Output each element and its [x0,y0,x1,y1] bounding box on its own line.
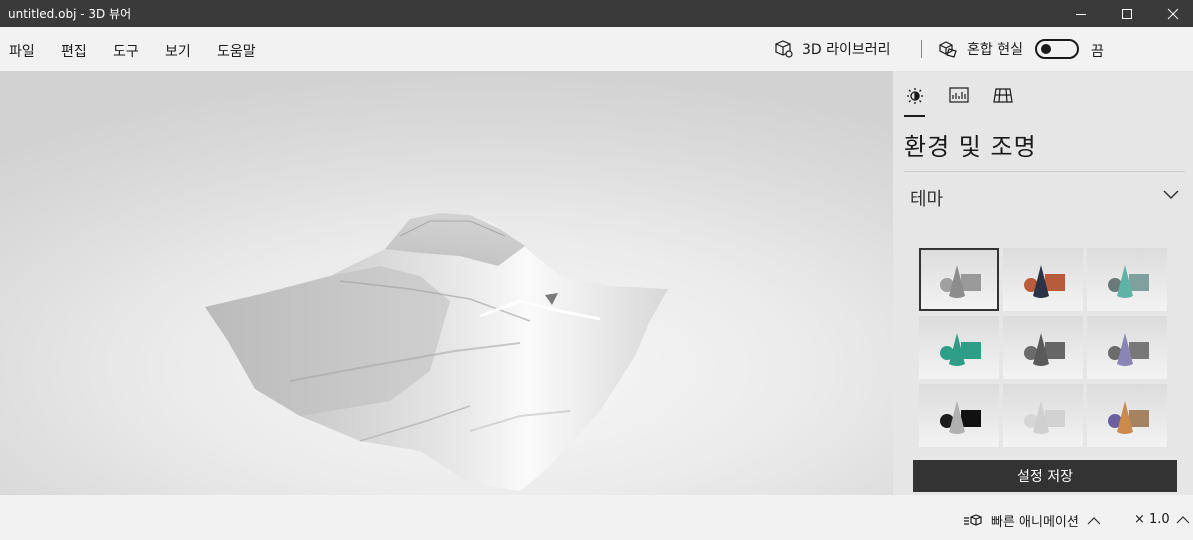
zoom-control[interactable]: × 1.0 [1134,512,1190,527]
theme-thumbnail[interactable] [1003,384,1083,447]
quick-animations-label: 빠른 애니메이션 [991,515,1079,530]
menu-view[interactable]: 보기 [165,41,191,61]
theme-thumbnail[interactable] [919,384,999,447]
mixed-reality-label: 혼합 현실 [967,42,1023,58]
theme-preview-shapes [940,401,981,434]
cube-library-icon [775,40,793,58]
theme-preview-shapes [1024,265,1065,298]
theme-dropdown[interactable]: 테마 [904,172,1185,222]
maximize-button[interactable] [1104,0,1150,27]
theme-thumbnail[interactable] [1087,316,1167,379]
title-bar: untitled.obj - 3D 뷰어 [0,0,1193,27]
theme-thumbnail[interactable] [919,248,999,311]
chevron-up-icon [1087,516,1101,524]
menu-divider [921,40,922,58]
status-bar: 빠른 애니메이션 × 1.0 [0,495,1193,540]
theme-preview-shapes [1024,333,1065,366]
grid-icon[interactable] [992,85,1014,105]
theme-preview-shapes [1024,401,1065,434]
mixed-reality-button[interactable]: 혼합 현실 [937,37,1023,61]
theme-thumbnail[interactable] [919,316,999,379]
chevron-down-icon [1163,190,1179,200]
theme-thumbnail[interactable] [1087,248,1167,311]
window-title: untitled.obj - 3D 뷰어 [8,7,132,21]
save-settings-button[interactable]: 설정 저장 [913,460,1177,492]
theme-thumbnail[interactable] [1087,384,1167,447]
zoom-label: × 1.0 [1134,512,1170,527]
menu-file[interactable]: 파일 [9,41,35,61]
menu-tools[interactable]: 도구 [113,41,139,61]
mixed-reality-toggle[interactable] [1035,39,1079,59]
minimize-icon [1076,13,1086,15]
panel-title: 환경 및 조명 [904,133,1037,161]
theme-label: 테마 [910,189,944,210]
active-tab-indicator [904,115,925,117]
maximize-icon [1122,8,1132,19]
theme-grid [919,248,1167,448]
mixed-reality-icon [939,41,957,58]
theme-preview-shapes [940,333,981,366]
theme-preview-shapes [1108,333,1149,366]
theme-thumbnail[interactable] [1003,248,1083,311]
toggle-state-label: 끔 [1091,44,1104,60]
menu-edit[interactable]: 편집 [61,41,87,61]
close-button[interactable] [1150,0,1193,27]
animation-icon [964,513,982,526]
menu-bar: 파일 편집 도구 보기 도움말 3D 라이브러리 혼합 현실 [0,27,1193,71]
quick-animations-button[interactable]: 빠른 애니메이션 [963,511,1107,530]
theme-preview-shapes [940,265,981,298]
stats-icon[interactable] [948,85,970,105]
menu-help[interactable]: 도움말 [217,41,256,61]
3d-library-button[interactable]: 3D 라이브러리 [772,37,891,61]
environment-panel: 환경 및 조명 테마 설정 저장 [893,71,1193,495]
theme-preview-shapes [1108,265,1149,298]
chevron-up-icon [1176,515,1190,523]
minimize-button[interactable] [1058,0,1104,27]
theme-preview-shapes [1108,401,1149,434]
3d-viewport[interactable] [0,71,893,495]
theme-thumbnail[interactable] [1003,316,1083,379]
close-icon [1167,8,1179,19]
toggle-knob [1041,44,1051,54]
3d-library-label: 3D 라이브러리 [802,42,891,58]
terrain-model [205,211,668,491]
environment-lighting-icon[interactable] [904,85,926,105]
